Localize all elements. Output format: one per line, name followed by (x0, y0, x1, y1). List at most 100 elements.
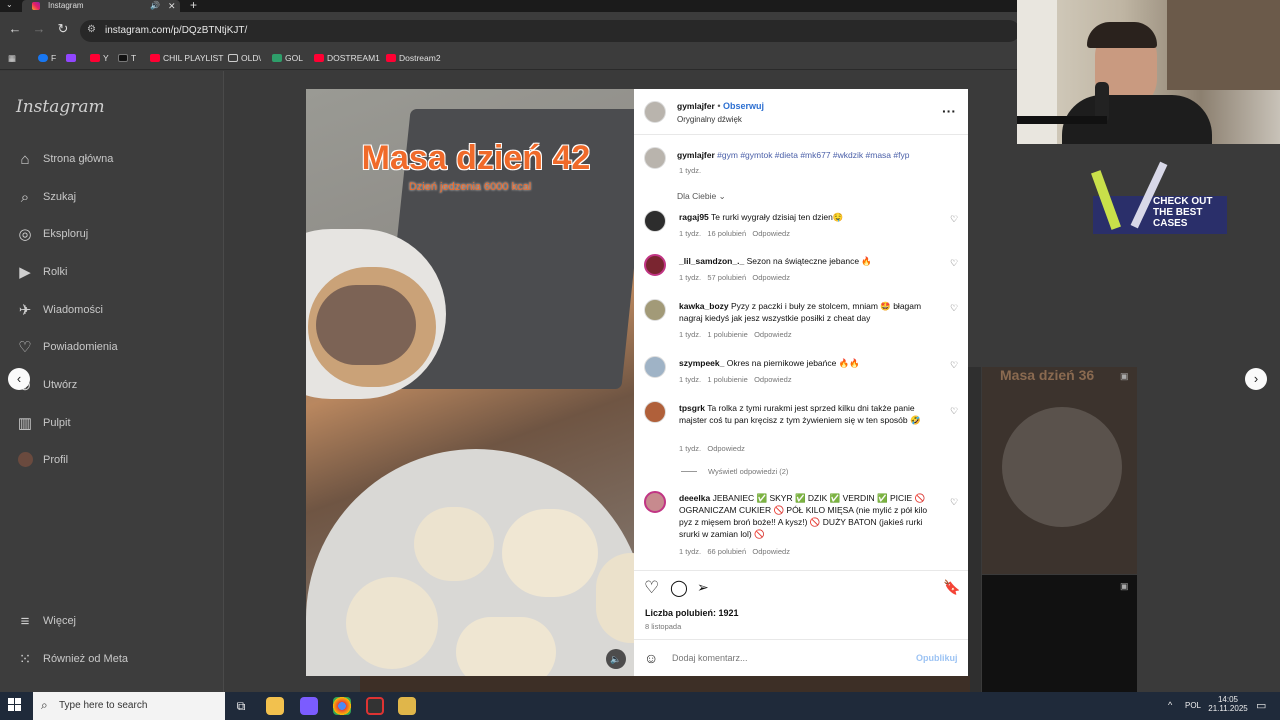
comment-text: Okres na piernikowe jebańce 🔥🔥 (726, 358, 860, 368)
speaker-icon[interactable]: 🔊 (150, 0, 160, 12)
like-comment-heart-icon[interactable]: ♡ (950, 258, 958, 269)
likes-count[interactable]: Liczba polubień: 1921 (645, 608, 739, 618)
comment-username[interactable]: deeelka (679, 493, 710, 503)
nav-home[interactable]: ⌂ Strona główna (16, 150, 216, 170)
nav-profile[interactable]: Profil (16, 451, 216, 471)
nav-search[interactable]: ⌕ Szukaj (16, 188, 216, 208)
apps-grid-icon[interactable]: ▦ (8, 53, 16, 64)
commenter-avatar[interactable] (644, 299, 666, 321)
file-explorer-icon[interactable] (266, 697, 284, 715)
close-tab-icon[interactable]: ✕ (168, 0, 176, 12)
bookmark-chil-playlist[interactable]: CHIL PLAYLIST (150, 53, 223, 63)
comment-likes[interactable]: 1 polubienie (707, 330, 747, 339)
tray-chevron-up-icon[interactable]: ^ (1168, 700, 1172, 710)
comment-likes[interactable]: 57 polubień (707, 273, 746, 282)
task-view-icon[interactable]: ⧉ (232, 697, 250, 715)
nav-explore[interactable]: ◎ Eksploruj (16, 225, 216, 245)
like-comment-heart-icon[interactable]: ♡ (950, 406, 958, 417)
bookmark-y[interactable]: Y (90, 53, 109, 63)
nav-notifications[interactable]: ♡ Powiadomienia (16, 338, 216, 358)
reply-button[interactable]: Odpowiedz (707, 444, 745, 453)
commenter-avatar[interactable] (644, 491, 666, 513)
new-tab-button[interactable]: + (190, 0, 197, 12)
clock[interactable]: 14:05 21.11.2025 (1206, 695, 1250, 713)
follow-button[interactable]: Obserwuj (723, 101, 764, 111)
author-avatar[interactable] (644, 101, 666, 123)
commenter-avatar[interactable] (644, 401, 666, 423)
commenter-avatar[interactable] (644, 210, 666, 232)
nav-more[interactable]: ≡ Więcej (16, 612, 216, 632)
comment-username[interactable]: tpsgrk (679, 403, 705, 413)
nav-create[interactable]: ⊕ Utwórz (16, 376, 216, 396)
caption-username[interactable]: gymlajfer (677, 150, 715, 160)
grid-post-thumbnail[interactable]: ▣ (982, 575, 1137, 692)
comment-likes[interactable]: 1 polubienie (707, 375, 747, 384)
comment-username[interactable]: szympeek_ (679, 358, 724, 368)
discord-icon[interactable] (300, 697, 318, 715)
bookmark-dostream1[interactable]: DOSTREAM1 (314, 53, 380, 63)
reload-icon[interactable]: ↻ (54, 21, 72, 37)
bookmark-save-icon[interactable]: 🔖 (943, 579, 960, 596)
speaker-icon[interactable]: 🔈 (606, 649, 626, 669)
reply-button[interactable]: Odpowiedz (754, 375, 792, 384)
author-avatar[interactable] (644, 147, 666, 169)
publish-button[interactable]: Opublikuj (916, 653, 958, 663)
input-language[interactable]: POL (1185, 701, 1201, 710)
like-comment-heart-icon[interactable]: ♡ (950, 303, 958, 314)
like-heart-icon[interactable]: ♡ (644, 578, 659, 598)
audio-label[interactable]: Oryginalny dźwięk (677, 115, 742, 124)
reply-button[interactable]: Odpowiedz (752, 547, 790, 556)
tab-list-chevron-icon[interactable]: ⌄ (6, 0, 13, 9)
taskbar-search-input[interactable]: ⌕ Type here to search (33, 692, 225, 720)
reply-button[interactable]: Odpowiedz (752, 273, 790, 282)
comment-filter-dropdown[interactable]: Dla Ciebie ⌄ (677, 191, 726, 202)
bookmark-x[interactable]: T (118, 53, 136, 63)
reply-button[interactable]: Odpowiedz (754, 330, 792, 339)
reply-button[interactable]: Odpowiedz (752, 229, 790, 238)
bookmark-dostream2[interactable]: Dostream2 (386, 53, 441, 63)
comment-username[interactable]: ragaj95 (679, 212, 709, 222)
view-replies-button[interactable]: Wyświetl odpowiedzi (2) (708, 467, 788, 476)
comment-time: 1 tydz. (679, 547, 702, 556)
check-out-cases-ad[interactable]: CHECK OUT THE BEST CASES (1091, 160, 1227, 234)
more-options-icon[interactable]: ··· (942, 103, 956, 119)
next-post-chevron-icon[interactable]: › (1245, 368, 1267, 390)
commenter-avatar[interactable] (644, 254, 666, 276)
grid-post-thumbnail[interactable]: Masa dzień 36 ▣ (982, 367, 1137, 574)
nav-also-from-meta[interactable]: ⁙ Również od Meta (16, 650, 216, 670)
bookmark-folder-old[interactable]: OLD\ (228, 53, 261, 63)
app-icon[interactable] (398, 697, 416, 715)
emoji-icon[interactable]: ☺ (644, 650, 658, 666)
nav-reels[interactable]: ▶ Rolki (16, 263, 216, 283)
like-comment-heart-icon[interactable]: ♡ (950, 497, 958, 508)
address-bar[interactable]: ⚙ instagram.com/p/DQzBTNtjKJT/ (80, 20, 1020, 42)
site-settings-icon[interactable]: ⚙ (87, 24, 96, 35)
post-video[interactable]: Masa dzień 42 Dzień jedzenia 6000 kcal 🔈 (306, 89, 634, 676)
windows-start-icon[interactable] (8, 698, 22, 712)
like-comment-heart-icon[interactable]: ♡ (950, 214, 958, 225)
notifications-icon[interactable]: ▭ (1256, 699, 1266, 712)
like-comment-heart-icon[interactable]: ♡ (950, 360, 958, 371)
comment-username[interactable]: kawka_bozy (679, 301, 729, 311)
comment-username[interactable]: _lil_samdzon_._ (679, 256, 744, 266)
comment-bubble-icon[interactable]: ◯ (670, 578, 688, 598)
comment-likes[interactable]: 66 polubień (707, 547, 746, 556)
share-send-icon[interactable]: ➢ (697, 579, 709, 596)
bookmark-twitch[interactable] (66, 53, 79, 63)
browser-tab[interactable]: Instagram 🔊 ✕ (22, 0, 180, 12)
bookmark-gol[interactable]: GOL (272, 53, 303, 63)
back-arrow-icon[interactable]: ← (6, 21, 24, 36)
previous-post-chevron-icon[interactable]: ‹ (8, 368, 30, 390)
chrome-icon[interactable] (333, 697, 351, 715)
caption-hashtags[interactable]: #gym #gymtok #dieta #mk677 #wkdzik #masa… (717, 150, 909, 160)
forward-arrow-icon[interactable]: → (30, 21, 48, 36)
obs-icon[interactable] (366, 697, 384, 715)
comment-input[interactable]: Dodaj komentarz... (672, 653, 748, 663)
instagram-logo[interactable]: Instagram (16, 97, 105, 117)
nav-messages[interactable]: ✈ Wiadomości (16, 301, 216, 321)
nav-dashboard[interactable]: ▥ Pulpit (16, 414, 216, 434)
commenter-avatar[interactable] (644, 356, 666, 378)
author-username[interactable]: gymlajfer (677, 101, 715, 111)
bookmark-f[interactable]: F (38, 53, 56, 63)
comment-likes[interactable]: 16 polubień (707, 229, 746, 238)
